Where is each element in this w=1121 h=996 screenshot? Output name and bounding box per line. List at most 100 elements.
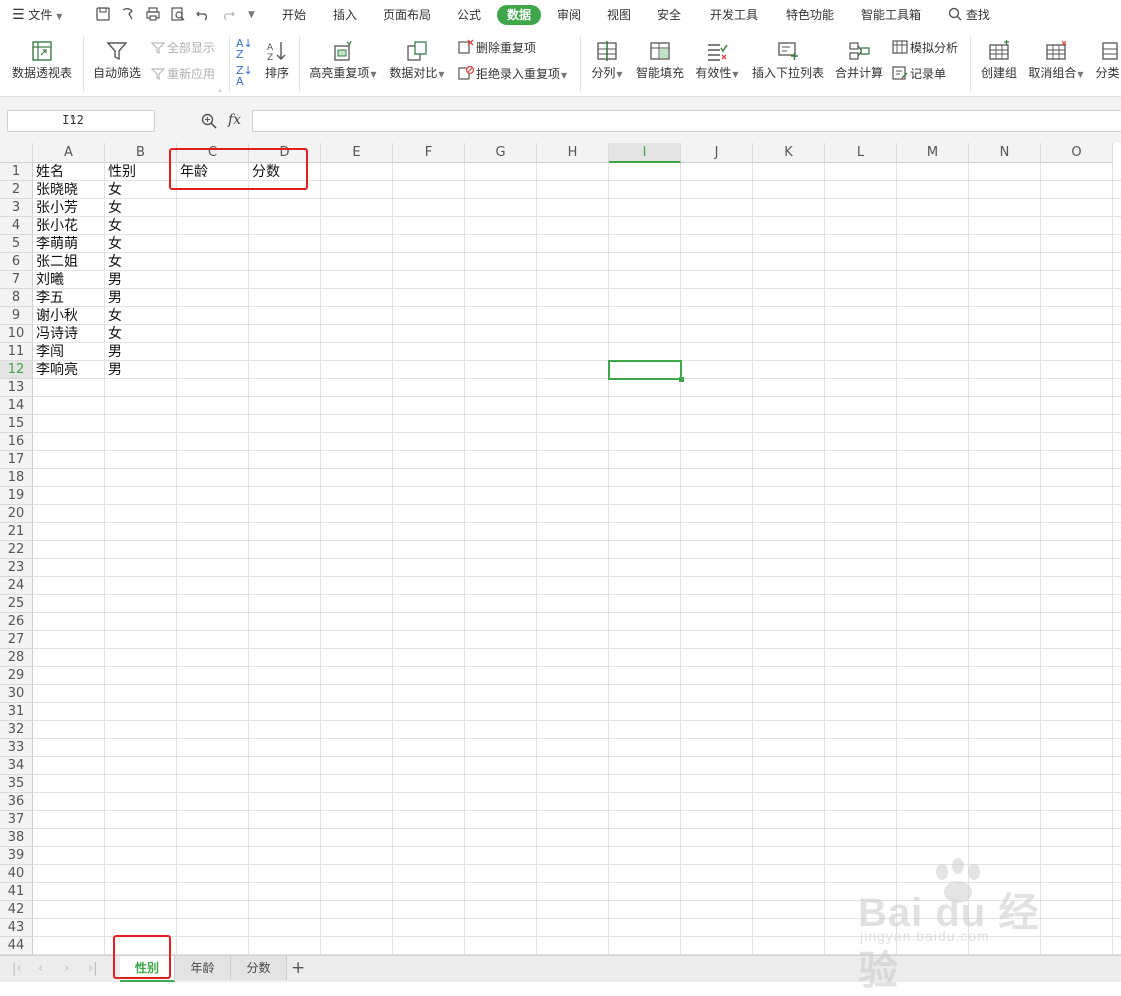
name-box[interactable]: I12 ▼ — [7, 110, 155, 132]
insert-dropdown-list-button[interactable]: 插入下拉列表 — [750, 40, 826, 81]
row-header[interactable]: 6 — [0, 253, 33, 271]
data-compare-button[interactable]: 数据对比▼ — [386, 40, 448, 81]
file-menu[interactable]: ☰ 文件 ▼ — [12, 6, 62, 24]
reject-duplicates-button[interactable]: 拒绝录入重复项▼ — [458, 65, 567, 83]
column-header-J[interactable]: J — [681, 143, 753, 163]
row-header[interactable]: 40 — [0, 865, 33, 883]
cell[interactable]: 张小芳 — [33, 199, 78, 217]
cell[interactable]: 张二姐 — [33, 253, 78, 271]
row-header[interactable]: 34 — [0, 757, 33, 775]
column-header-L[interactable]: L — [825, 143, 897, 163]
pivot-table-button[interactable]: 数据透视表 — [8, 40, 76, 81]
tab-formulas[interactable]: 公式 — [451, 5, 487, 25]
split-column-button[interactable]: 分列▼ — [588, 40, 626, 81]
column-header-O[interactable]: O — [1041, 143, 1113, 163]
filter-dialog-launcher-icon[interactable]: ⌟ — [218, 84, 222, 93]
reapply-button[interactable]: 重新应用 — [150, 65, 215, 83]
row-header[interactable]: 28 — [0, 649, 33, 667]
row-header[interactable]: 35 — [0, 775, 33, 793]
cell[interactable]: 女 — [105, 199, 122, 217]
search-button[interactable]: 查找 — [948, 6, 990, 24]
show-all-button[interactable]: 全部显示 — [150, 39, 215, 57]
add-sheet-button[interactable]: + — [291, 958, 305, 978]
row-header[interactable]: 38 — [0, 829, 33, 847]
row-header[interactable]: 26 — [0, 613, 33, 631]
last-sheet-icon[interactable]: ›| — [88, 961, 98, 976]
fill-handle[interactable] — [679, 377, 684, 382]
row-header[interactable]: 18 — [0, 469, 33, 487]
undo-icon[interactable] — [195, 6, 211, 22]
create-group-button[interactable]: 创建组 — [977, 40, 1021, 81]
cell[interactable]: 男 — [105, 271, 122, 289]
tab-smart-toolbox[interactable]: 智能工具箱 — [856, 5, 926, 25]
cell[interactable]: 女 — [105, 325, 122, 343]
remove-duplicates-button[interactable]: 删除重复项 — [458, 39, 536, 57]
tab-security[interactable]: 安全 — [651, 5, 687, 25]
tab-insert[interactable]: 插入 — [327, 5, 363, 25]
ungroup-button[interactable]: 取消组合▼ — [1026, 40, 1086, 81]
row-header[interactable]: 3 — [0, 199, 33, 217]
sheet-tab-age[interactable]: 年龄 — [175, 956, 231, 980]
active-cell-I12[interactable] — [608, 360, 682, 380]
row-header[interactable]: 42 — [0, 901, 33, 919]
chevron-down-icon[interactable]: ▼ — [8, 114, 138, 123]
tab-developer[interactable]: 开发工具 — [704, 5, 764, 25]
insert-function-button[interactable]: fx — [228, 112, 241, 128]
row-header[interactable]: 11 — [0, 343, 33, 361]
row-header[interactable]: 13 — [0, 379, 33, 397]
consolidate-button[interactable]: 合并计算 — [832, 40, 886, 81]
row-header[interactable]: 30 — [0, 685, 33, 703]
row-header[interactable]: 21 — [0, 523, 33, 541]
row-header[interactable]: 27 — [0, 631, 33, 649]
smart-fill-button[interactable]: 智能填充 — [633, 40, 687, 81]
autofilter-button[interactable]: 自动筛选 — [90, 40, 144, 81]
row-header[interactable]: 12 — [0, 361, 33, 379]
zoom-search-icon[interactable] — [201, 113, 217, 129]
column-header-G[interactable]: G — [465, 143, 537, 163]
cell[interactable]: 女 — [105, 235, 122, 253]
cell[interactable]: 性别 — [105, 163, 136, 181]
cell[interactable]: 李闯 — [33, 343, 64, 361]
validity-button[interactable]: 有效性▼ — [692, 40, 742, 81]
row-header[interactable]: 20 — [0, 505, 33, 523]
row-header[interactable]: 7 — [0, 271, 33, 289]
row-header[interactable]: 39 — [0, 847, 33, 865]
first-sheet-icon[interactable]: |‹ — [12, 961, 22, 976]
prev-sheet-icon[interactable]: ‹ — [38, 961, 43, 976]
column-header-E[interactable]: E — [321, 143, 393, 163]
row-header[interactable]: 19 — [0, 487, 33, 505]
quick-access-more-icon[interactable]: ▼ — [248, 6, 255, 24]
row-header[interactable]: 25 — [0, 595, 33, 613]
cell[interactable]: 冯诗诗 — [33, 325, 78, 343]
cell[interactable]: 男 — [105, 343, 122, 361]
cell[interactable]: 女 — [105, 217, 122, 235]
cell[interactable]: 男 — [105, 361, 122, 379]
tab-features[interactable]: 特色功能 — [780, 5, 840, 25]
row-header[interactable]: 22 — [0, 541, 33, 559]
row-header[interactable]: 32 — [0, 721, 33, 739]
row-header[interactable]: 8 — [0, 289, 33, 307]
row-header[interactable]: 43 — [0, 919, 33, 937]
row-header[interactable]: 29 — [0, 667, 33, 685]
sort-descending-button[interactable]: Z↓ A — [236, 65, 253, 87]
sort-ascending-button[interactable]: A↓ Z — [236, 38, 253, 60]
print-icon[interactable] — [145, 6, 161, 22]
save-icon[interactable] — [95, 6, 111, 22]
sheet-tab-score[interactable]: 分数 — [231, 956, 287, 980]
cell[interactable]: 张小花 — [33, 217, 78, 235]
select-all-corner[interactable] — [0, 143, 33, 163]
row-header[interactable]: 5 — [0, 235, 33, 253]
format-painter-icon[interactable] — [120, 6, 136, 22]
cell[interactable]: 姓名 — [33, 163, 64, 181]
row-header[interactable]: 44 — [0, 937, 33, 955]
cell[interactable]: 男 — [105, 289, 122, 307]
row-header[interactable]: 4 — [0, 217, 33, 235]
row-header[interactable]: 15 — [0, 415, 33, 433]
spreadsheet-grid[interactable]: A B C D E F G H I J K L M N O 1 2 3 4 5 6 7 8 9 10 11 12 13 14 15 16 17… — [0, 143, 1121, 955]
cell[interactable]: 刘曦 — [33, 271, 64, 289]
column-header-A[interactable]: A — [33, 143, 105, 163]
row-header[interactable]: 1 — [0, 163, 33, 181]
subtotal-button[interactable]: 分类 — [1094, 40, 1121, 81]
row-header[interactable]: 23 — [0, 559, 33, 577]
row-header[interactable]: 37 — [0, 811, 33, 829]
